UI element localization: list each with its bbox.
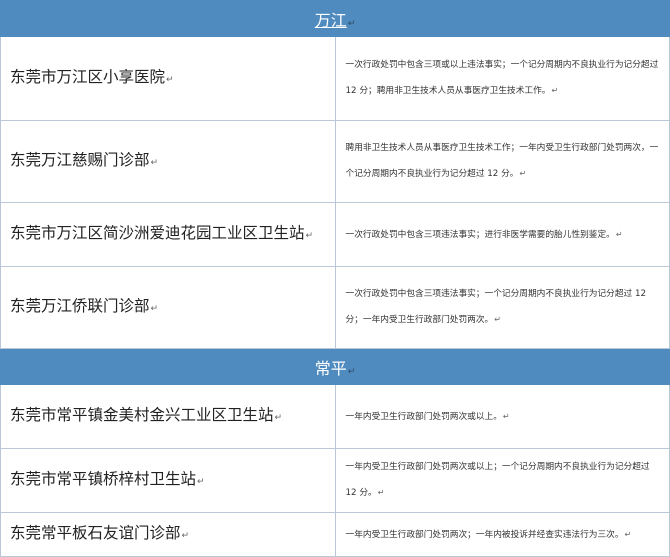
clinic-violations-table: 万江↵ 东莞市万江区小享医院↵ 一次行政处罚中包含三项或以上违法事实；一个记分周… — [0, 0, 670, 557]
clinic-name-cell: 东莞市万江区简沙洲爱迪花园工业区卫生站↵ — [0, 202, 336, 267]
clinic-name: 东莞万江侨联门诊部 — [10, 297, 150, 315]
violation-desc: 聘用非卫生技术人员从事医疗卫生技术工作；一年内受卫生行政部门处罚两次，一个记分周… — [345, 143, 659, 179]
violation-desc: 一次行政处罚中包含三项或以上违法事实；一个记分周期内不良执业行为记分超过 12 … — [345, 60, 659, 96]
paragraph-mark-icon: ↵ — [197, 477, 205, 487]
paragraph-mark-icon: ↵ — [274, 413, 283, 423]
paragraph-mark-icon: ↵ — [494, 315, 501, 324]
clinic-name: 东莞市万江区简沙洲爱迪花园工业区卫生站 — [10, 224, 305, 242]
paragraph-mark-icon: ↵ — [519, 169, 527, 178]
clinic-name-cell: 东莞市常平镇金美村金兴工业区卫生站↵ — [0, 384, 336, 449]
paragraph-mark-icon: ↵ — [305, 231, 314, 241]
table-row: 东莞市常平镇桥梓村卫生站↵ 一年内受卫生行政部门处罚两次或以上；一个记分周期内不… — [0, 448, 670, 513]
clinic-name-cell: 东莞常平板石友谊门诊部↵ — [0, 512, 336, 557]
clinic-name: 东莞万江慈赐门诊部 — [10, 151, 150, 169]
section-title: 万江 — [314, 10, 347, 30]
violation-desc: 一年内受卫生行政部门处罚两次或以上。 — [345, 411, 502, 422]
clinic-name-cell: 东莞市常平镇桥梓村卫生站↵ — [0, 448, 336, 513]
violation-desc-cell: 一次行政处罚中包含三项违法事实；一个记分周期内不良执业行为记分超过 12 分；一… — [334, 266, 670, 349]
violation-desc: 一年内受卫生行政部门处罚两次或以上；一个记分周期内不良执业行为记分超过 12 分… — [345, 462, 650, 498]
violation-desc: 一年内受卫生行政部门处罚两次；一年内被投诉并经查实违法行为三次。 — [345, 529, 624, 540]
clinic-name: 东莞市常平镇桥梓村卫生站 — [10, 470, 197, 488]
paragraph-mark-icon: ↵ — [347, 366, 356, 377]
clinic-name: 东莞常平板石友谊门诊部 — [10, 524, 181, 542]
section-title-cell: 万江↵ — [0, 0, 670, 37]
section-title: 常平 — [314, 358, 347, 378]
paragraph-mark-icon: ↵ — [615, 229, 623, 239]
paragraph-mark-icon: ↵ — [377, 488, 385, 497]
paragraph-mark-icon: ↵ — [502, 411, 510, 421]
clinic-name-cell: 东莞市万江区小享医院↵ — [0, 36, 336, 121]
violation-desc-cell: 一次行政处罚中包含三项或以上违法事实；一个记分周期内不良执业行为记分超过 12 … — [334, 36, 670, 121]
paragraph-mark-icon: ↵ — [347, 18, 356, 29]
table-row: 东莞市常平镇金美村金兴工业区卫生站↵ 一年内受卫生行政部门处罚两次或以上。↵ — [0, 384, 670, 449]
violation-desc-cell: 一年内受卫生行政部门处罚两次或以上。↵ — [334, 384, 670, 449]
violation-desc-cell: 一年内受卫生行政部门处罚两次；一年内被投诉并经查实违法行为三次。↵ — [334, 512, 670, 557]
paragraph-mark-icon: ↵ — [181, 531, 190, 541]
clinic-name: 东莞市常平镇金美村金兴工业区卫生站 — [10, 406, 274, 424]
violation-desc-cell: 一年内受卫生行政部门处罚两次或以上；一个记分周期内不良执业行为记分超过 12 分… — [334, 448, 670, 513]
violation-desc-cell: 一次行政处罚中包含三项违法事实；进行非医学需要的胎儿性别鉴定。↵ — [334, 202, 670, 267]
paragraph-mark-icon: ↵ — [551, 86, 559, 95]
paragraph-mark-icon: ↵ — [166, 75, 174, 85]
section-header-changping: 常平↵ — [0, 348, 670, 385]
clinic-name: 东莞市万江区小享医院 — [10, 68, 166, 86]
violation-desc: 一次行政处罚中包含三项违法事实；进行非医学需要的胎儿性别鉴定。 — [345, 229, 615, 240]
violation-desc-cell: 聘用非卫生技术人员从事医疗卫生技术工作；一年内受卫生行政部门处罚两次，一个记分周… — [334, 120, 670, 203]
clinic-name-cell: 东莞万江慈赐门诊部↵ — [0, 120, 336, 203]
table-row: 东莞市万江区简沙洲爱迪花园工业区卫生站↵ 一次行政处罚中包含三项违法事实；进行非… — [0, 202, 670, 267]
table-row: 东莞万江慈赐门诊部↵ 聘用非卫生技术人员从事医疗卫生技术工作；一年内受卫生行政部… — [0, 120, 670, 203]
clinic-name-cell: 东莞万江侨联门诊部↵ — [0, 266, 336, 349]
table-row: 东莞市万江区小享医院↵ 一次行政处罚中包含三项或以上违法事实；一个记分周期内不良… — [0, 36, 670, 121]
table-row: 东莞常平板石友谊门诊部↵ 一年内受卫生行政部门处罚两次；一年内被投诉并经查实违法… — [0, 512, 670, 557]
section-title-cell: 常平↵ — [0, 348, 670, 385]
paragraph-mark-icon: ↵ — [150, 304, 159, 314]
section-header-wanjiang: 万江↵ — [0, 0, 670, 37]
paragraph-mark-icon: ↵ — [150, 158, 159, 168]
table-row: 东莞万江侨联门诊部↵ 一次行政处罚中包含三项违法事实；一个记分周期内不良执业行为… — [0, 266, 670, 349]
paragraph-mark-icon: ↵ — [624, 529, 632, 539]
